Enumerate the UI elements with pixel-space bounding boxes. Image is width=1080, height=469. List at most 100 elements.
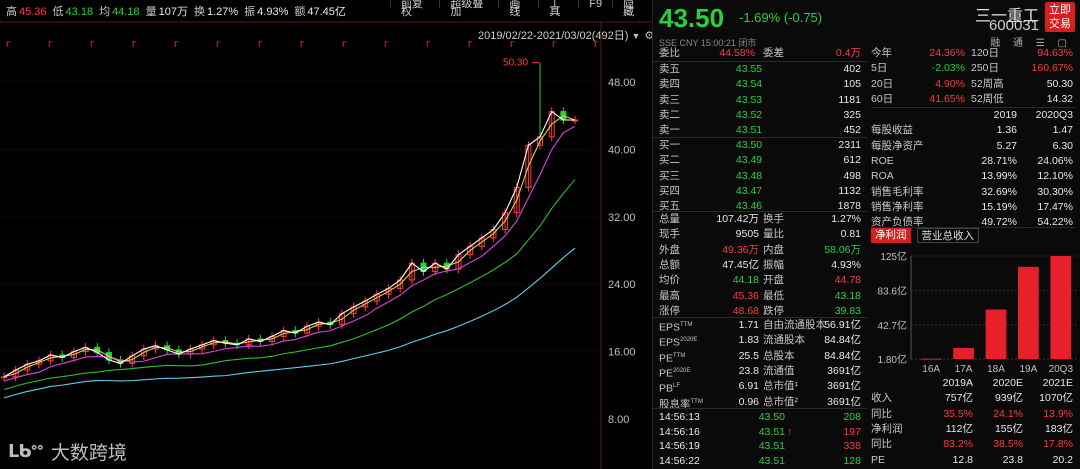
forecast-value: 35.5% (943, 407, 973, 420)
trade-now-button[interactable]: 立即 交易 (1045, 2, 1075, 32)
tick-time: 14:56:22 (659, 454, 700, 467)
fin-row: ROA 13.99% 12.10% (871, 169, 1075, 184)
mini-bar (1018, 266, 1039, 359)
ask-volume: 325 (843, 108, 861, 121)
stat-value: 4.93% (831, 258, 861, 271)
share-value: 0.96 (738, 395, 759, 408)
event-marker: ᒥ (468, 40, 473, 49)
share-label-sup: TTM (673, 352, 686, 359)
quote-header: 43.50 -1.69% (-0.75) 三一重工 600031 立即 交易 (653, 0, 1080, 36)
ask-label: 卖五 (659, 63, 680, 75)
value: 44.58% (719, 47, 755, 59)
stat-label: 换手 (763, 213, 784, 225)
fin-value: 28.71% (981, 154, 1017, 167)
fin-value: 17.47% (1037, 200, 1073, 213)
stat-value: 44.18 (732, 274, 759, 287)
event-marker: ᒥ (552, 40, 557, 49)
ma5-line (3, 110, 575, 378)
share-value: 1.83 (738, 334, 759, 347)
tab-net-profit[interactable]: 净利润 (871, 228, 911, 243)
event-marker: ᒥ (48, 40, 53, 49)
share-label-main: EPS (659, 336, 681, 349)
perf-value: 160.67% (1031, 62, 1073, 75)
fin-label: ROA (871, 170, 894, 183)
tick-price: 43.50 (758, 411, 785, 423)
forecast-row: 同比 35.5% 24.1% 13.9% (871, 407, 1075, 422)
fin-row: 销售毛利率 32.69% 30.30% (871, 185, 1075, 200)
bid-row: 买二 43.49 612 (659, 153, 867, 168)
tick-arrow: ↑ (787, 425, 793, 438)
ask-label: 卖一 (659, 124, 680, 137)
order-ratio-row: 委比 44.58% 委差 0.4万 (659, 46, 867, 61)
tick-volume: 208 (843, 411, 861, 423)
forecast-value: 23.8 (1002, 453, 1023, 466)
change-absolute: (-0.75) (783, 10, 823, 25)
perf-value: 24.36% (929, 47, 965, 59)
bid-price: 43.48 (735, 169, 763, 182)
share-value: 3691亿 (827, 364, 861, 377)
fin-value: 1.36 (996, 124, 1017, 137)
ma20-line (3, 125, 576, 382)
fin-col-head: 2020Q3 (1035, 109, 1073, 121)
fin-col-head: 2019 (993, 109, 1017, 121)
event-marker: ᒥ (594, 40, 599, 49)
ask-volume: 402 (843, 63, 861, 75)
stat-value: 0.81 (840, 228, 861, 241)
share-row: EPSTTM 1.71 自由流通股本 56.91亿 (659, 318, 867, 334)
fin-label: 每股收益 (871, 124, 913, 137)
divider (653, 408, 867, 409)
perf-row: 20日 4.90% 52周高 50.30 (871, 77, 1075, 92)
perf-label: 120日 (971, 47, 1000, 59)
forecast-value: 17.8% (1043, 438, 1073, 451)
event-marker: ᒥ (384, 40, 389, 49)
perf-value: 50.30 (1046, 77, 1073, 90)
stat-row: 最高 45.36 最低 43.18 (659, 289, 867, 304)
mini-bar (985, 309, 1007, 359)
tick-time: 14:56:13 (659, 411, 700, 423)
perf-label: 60日 (871, 92, 894, 105)
bid-row: 买四 43.47 1132 (659, 184, 867, 199)
forecast-value: 12.8 (952, 453, 973, 466)
event-marker: ᒥ (90, 40, 95, 49)
mini-chart-tabs: 净利润 营业总收入 (871, 228, 979, 243)
candle-body (1, 376, 7, 379)
quote-panel: 43.50 -1.69% (-0.75) 三一重工 600031 立即 交易 SS… (652, 0, 1080, 469)
fin-value: 15.19% (981, 200, 1017, 213)
fin-row: ROE 28.71% 24.06% (871, 154, 1075, 169)
ask-row: 卖一 43.51 452 (659, 123, 867, 138)
fin-row: 每股收益 1.36 1.47 (871, 123, 1075, 138)
perf-label: 20日 (871, 77, 894, 90)
share-row: PE2020E 23.8 流通值 3691亿 (659, 364, 867, 380)
tab-revenue[interactable]: 营业总收入 (916, 228, 979, 243)
perf-row: 60日 41.65% 52周低 14.32 (871, 92, 1075, 107)
logo-mark: ᒪᑲᐤᐤ (8, 441, 44, 461)
kline-chart[interactable]: 48.00 40.00 32.00 24.00 16.00 8.00 ᒥ ᒥ ᒥ ᒥ ᒥ ᒥ ᒥ ᒥ ᒥ ᒥ ᒥ… (0, 0, 652, 469)
perf-label: 52周高 (971, 77, 1004, 90)
last-price: 43.50 (659, 3, 725, 33)
perf-value: 14.32 (1046, 92, 1073, 105)
kline-chart-panel[interactable]: 高 45.36 低 43.18 均 44.18 量 107万换 1.27% 振 4.93% 额 47.4… (0, 0, 654, 469)
share-row: PBLF 6.91 总市值¹ 3691亿 (659, 379, 867, 395)
bid-label: 买二 (659, 154, 680, 167)
stat-value: 47.45亿 (722, 258, 759, 271)
mini-y-tick: 1.80亿 (878, 353, 907, 366)
stat-label: 振幅 (763, 258, 784, 271)
ma120-line (3, 247, 576, 399)
tick-time: 14:56:19 (659, 440, 700, 452)
ask-price: 43.51 (735, 124, 763, 137)
ask-volume: 105 (843, 78, 861, 91)
perf-label: 5日 (871, 62, 888, 75)
forecast-col-head: 2019A (942, 377, 973, 389)
perf-label: 250日 (971, 62, 1000, 75)
forecast-value: 757亿 (944, 392, 973, 405)
ask-price: 43.52 (735, 108, 763, 121)
share-value: 23.8 (738, 364, 759, 377)
stat-label: 总额 (659, 258, 680, 271)
forecast-value: 13.9% (1043, 407, 1073, 420)
stat-label: 总量 (659, 213, 680, 225)
forecast-value: 38.5% (993, 438, 1023, 451)
share-label-sup: TTM (690, 398, 703, 405)
stat-value: 43.18 (834, 289, 861, 302)
bid-row: 买一 43.50 2311 (659, 138, 867, 153)
ma60-line (3, 179, 576, 391)
